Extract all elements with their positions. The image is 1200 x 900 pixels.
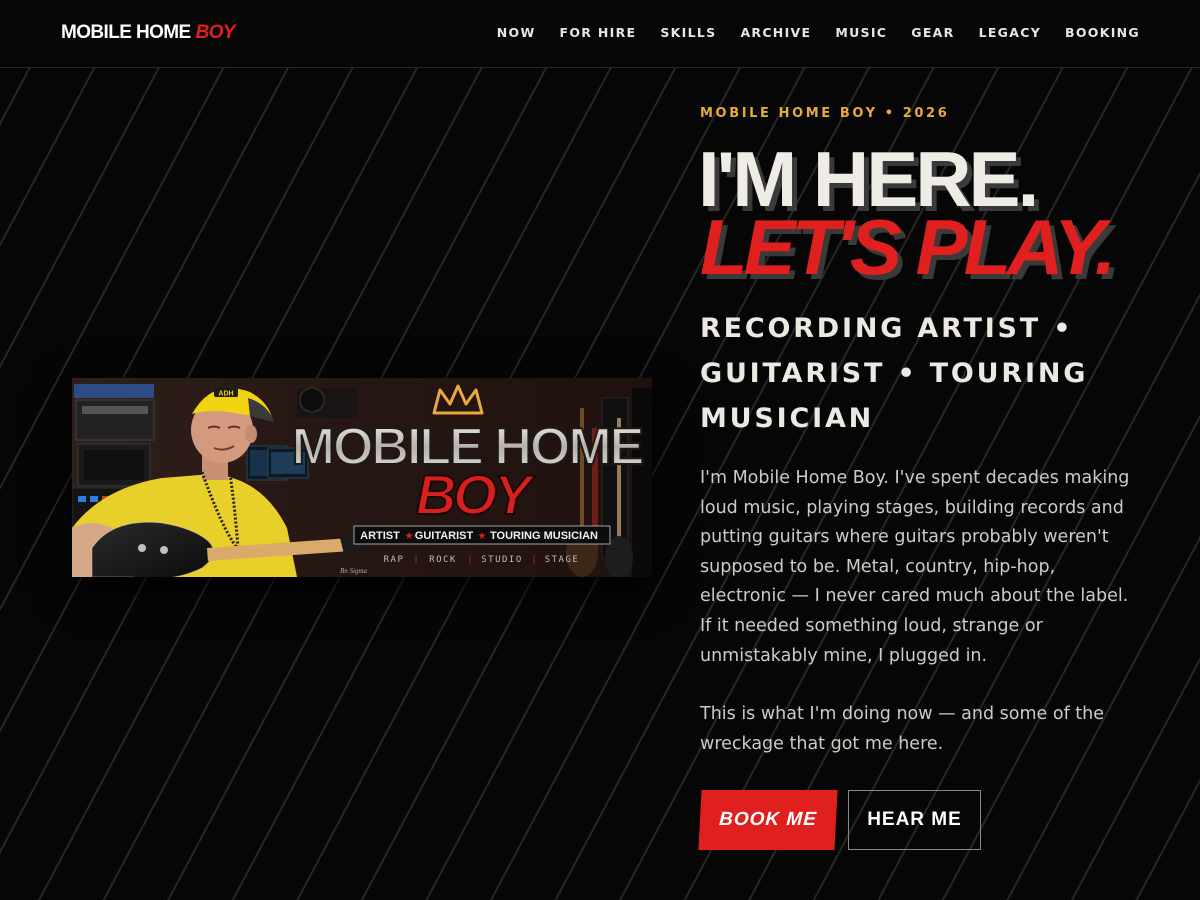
nav-item-music[interactable]: MUSIC [835, 25, 887, 40]
page: MOBILE HOME BOY NOW FOR HIRE SKILLS ARCHI… [0, 0, 1200, 900]
banner-genre-2: ROCK [429, 555, 457, 565]
banner-genre-3: STUDIO [481, 555, 523, 565]
hero-bio: I'm Mobile Home Boy. I've spent decades … [700, 464, 1130, 759]
svg-text:|: | [532, 555, 535, 565]
book-me-button[interactable]: BOOK ME [698, 790, 838, 850]
banner-genre-4: STAGE [545, 555, 580, 565]
site-header: MOBILE HOME BOY NOW FOR HIRE SKILLS ARCHI… [0, 0, 1200, 68]
logo-accent-text: BOY [195, 22, 236, 43]
banner-tagline: ARTIST ★ GUITARIST ★ TOURING MUSICIAN [353, 525, 611, 545]
banner-tagline-1: ARTIST [360, 530, 400, 542]
banner-artwork: ADH Bn Sigma MOBILE HOME BOY ARTIST ★ GU… [72, 378, 652, 577]
svg-text:★: ★ [405, 531, 414, 542]
site-logo[interactable]: MOBILE HOME BOY [61, 22, 236, 44]
svg-text:|: | [468, 555, 471, 565]
hero-bio-paragraph-2: This is what I'm doing now — and some of… [700, 704, 1105, 754]
nav-item-now[interactable]: NOW [497, 25, 536, 40]
hero-banner-image: ADH Bn Sigma MOBILE HOME BOY ARTIST ★ GU… [72, 378, 652, 577]
banner-tagline-2: GUITARIST [415, 530, 474, 542]
nav-item-gear[interactable]: GEAR [911, 25, 954, 40]
logo-main-text: MOBILE HOME [61, 22, 191, 43]
hero-bio-paragraph-1: I'm Mobile Home Boy. I've spent decades … [700, 468, 1130, 666]
nav-item-skills[interactable]: SKILLS [660, 25, 716, 40]
hero-eyebrow: MOBILE HOME BOY • 2026 [700, 106, 950, 121]
hero-roles: RECORDING ARTIST • GUITARIST • TOURING M… [700, 313, 1089, 434]
nav-item-legacy[interactable]: LEGACY [979, 25, 1041, 40]
svg-text:★: ★ [478, 531, 487, 542]
hear-me-button[interactable]: HEAR ME [848, 790, 981, 850]
banner-title-line2: BOY [416, 463, 536, 526]
nav-item-for-hire[interactable]: FOR HIRE [560, 25, 637, 40]
banner-tagline-3: TOURING MUSICIAN [490, 530, 598, 542]
main-nav: NOW FOR HIRE SKILLS ARCHIVE MUSIC GEAR L… [473, 25, 1140, 40]
nav-item-archive[interactable]: ARCHIVE [740, 25, 811, 40]
nav-item-booking[interactable]: BOOKING [1065, 25, 1140, 40]
svg-text:|: | [414, 555, 417, 565]
banner-genre-1: RAP [384, 555, 405, 565]
svg-text:Bn Sigma: Bn Sigma [340, 567, 368, 575]
hero-headline-line2: LET'S PLAY. [700, 203, 1116, 291]
cap-logo-text: ADH [218, 391, 233, 398]
